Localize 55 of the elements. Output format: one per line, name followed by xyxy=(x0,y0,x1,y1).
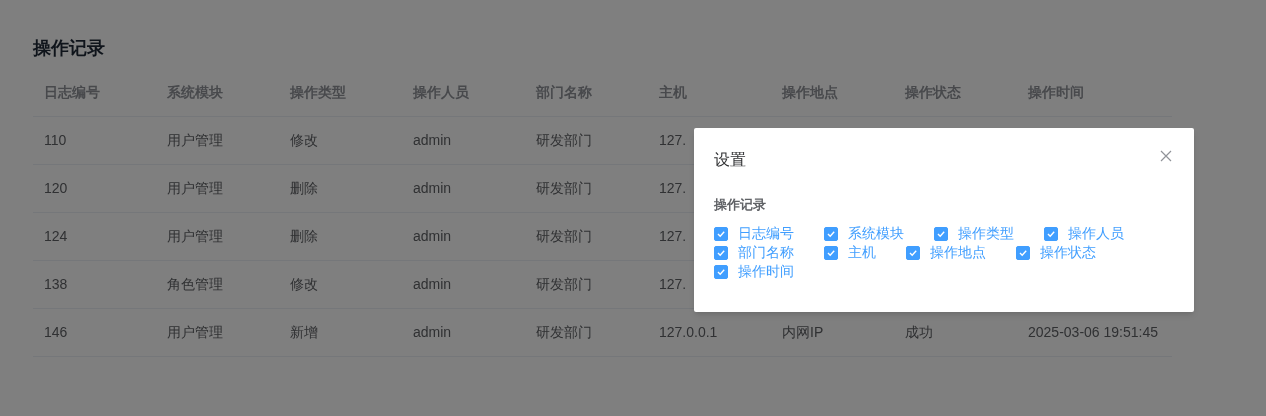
table-cell-text: 新增 xyxy=(290,323,318,342)
table-cell-text: 124 xyxy=(44,227,68,246)
table-cell-text: 成功 xyxy=(905,323,933,342)
checkbox-icon xyxy=(824,245,838,260)
checkbox-icon xyxy=(1044,226,1058,241)
column-checkbox[interactable]: 操作类型 xyxy=(934,224,1014,243)
table-cell-text: 146 xyxy=(44,323,68,342)
column-checkbox[interactable]: 主机 xyxy=(824,243,876,262)
table-cell-text: 120 xyxy=(44,179,68,198)
column-checkbox[interactable]: 操作地点 xyxy=(906,243,986,262)
table-cell-text: 127. xyxy=(659,131,687,150)
dialog-title: 设置 xyxy=(714,150,746,170)
table-cell-text: 角色管理 xyxy=(167,275,223,294)
checkbox-icon xyxy=(714,245,728,260)
table-cell-text: 研发部门 xyxy=(536,131,592,150)
table-cell-text: 用户管理 xyxy=(167,323,223,342)
table-cell-text: 110 xyxy=(44,131,67,150)
table-cell-text: 138 xyxy=(44,275,68,294)
table-cell-text: 用户管理 xyxy=(167,179,223,198)
table-cell-text: 删除 xyxy=(290,179,318,198)
table-cell-text: 修改 xyxy=(290,131,318,150)
table-cell-text: 用户管理 xyxy=(167,227,223,246)
column-checkbox[interactable]: 操作状态 xyxy=(1016,243,1096,262)
checkbox-icon xyxy=(906,245,920,260)
table-cell-text: 修改 xyxy=(290,275,318,294)
checkbox-icon xyxy=(1016,245,1030,260)
table-cell-text: 127.0.0.1 xyxy=(659,323,718,342)
table-cell-text: admin xyxy=(413,131,452,150)
table-cell-text: 127. xyxy=(659,275,687,294)
table-cell-text: admin xyxy=(413,179,452,198)
table-cell-text: 用户管理 xyxy=(167,131,223,150)
table-cell-text: 127. xyxy=(659,227,687,246)
table-cell-text: admin xyxy=(413,227,452,246)
column-checkbox[interactable]: 操作时间 xyxy=(714,262,794,281)
table-cell-text: 研发部门 xyxy=(536,227,592,246)
page-title: 操作记录 xyxy=(33,37,105,60)
table-cell-text: 研发部门 xyxy=(536,275,592,294)
column-checkbox[interactable]: 部门名称 xyxy=(714,243,794,262)
checkbox-icon xyxy=(934,226,948,241)
table-cell-text: 内网IP xyxy=(782,323,824,342)
table-cell-text: 研发部门 xyxy=(536,179,592,198)
table-cell-text: admin xyxy=(413,275,452,294)
column-checkbox[interactable]: 系统模块 xyxy=(824,224,904,243)
table-cell-text: 删除 xyxy=(290,227,318,246)
close-icon[interactable] xyxy=(1160,150,1172,162)
checkbox-icon xyxy=(714,226,728,241)
table-cell-text: admin xyxy=(413,323,452,342)
checkbox-icon xyxy=(714,264,728,279)
table-cell-text: 127. xyxy=(659,179,687,198)
table-cell-text: 2025-03-06 19:51:45 xyxy=(1028,323,1158,342)
section-title: 操作记录 xyxy=(714,196,766,214)
checkbox-icon xyxy=(824,226,838,241)
column-checkbox[interactable]: 日志编号 xyxy=(714,224,794,243)
table-cell-text: 研发部门 xyxy=(536,323,592,342)
column-checkbox[interactable]: 操作人员 xyxy=(1044,224,1124,243)
